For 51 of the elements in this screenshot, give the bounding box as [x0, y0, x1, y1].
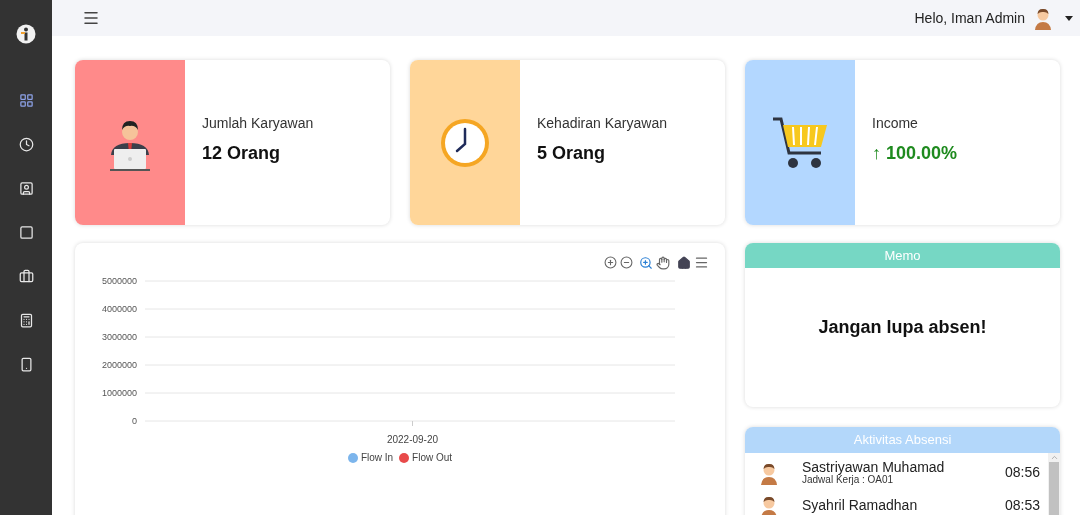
logo-icon: [16, 24, 36, 44]
clock-icon: [18, 137, 34, 152]
stat-value: 12 Orang: [202, 141, 281, 165]
check-in-time: 08:53: [1004, 496, 1040, 515]
clock-icon: [440, 117, 490, 168]
axis-label: 4000000: [101, 304, 137, 314]
square-icon: [18, 225, 34, 240]
work-schedule: Jadwal Kerja : OA01: [802, 474, 895, 486]
zoom-in-icon[interactable]: [604, 256, 617, 269]
user-menu[interactable]: Helo, Iman Admin: [914, 6, 1073, 30]
memo-header: Memo: [745, 243, 1060, 268]
briefcase-icon: [18, 269, 34, 284]
activity-row[interactable]: Syahril Ramadhan 08:53: [757, 489, 1040, 515]
zoom-out-icon[interactable]: [620, 256, 633, 269]
axis-label: 2022-09-20: [386, 434, 439, 445]
activity-row[interactable]: Sastriyawan Muhamad Jadwal Kerja : OA01 08:56: [757, 456, 1040, 489]
stat-label: Jumlah Karyawan: [202, 113, 314, 133]
employee-name: Sastriyawan Muhamad: [802, 459, 946, 475]
stat-value: 5 Orang: [537, 141, 606, 165]
legend-item[interactable]: Flow In: [347, 450, 394, 465]
stat-label: Kehadiran Karyawan: [537, 113, 667, 133]
search-icon[interactable]: [639, 255, 653, 270]
home-icon[interactable]: [677, 255, 691, 270]
sidebar-item[interactable]: [18, 137, 34, 152]
menu-button[interactable]: [82, 9, 100, 27]
phone-icon: [18, 357, 34, 372]
sidebar-item[interactable]: [18, 357, 34, 372]
axis-tick: [412, 420, 413, 427]
legend-item[interactable]: Flow Out: [399, 450, 453, 465]
stat-label: Income: [872, 113, 919, 133]
sidebar-item[interactable]: [18, 225, 34, 240]
axis-label: 0: [132, 416, 137, 426]
axis-label: 3000000: [101, 332, 137, 342]
hand-icon[interactable]: [656, 255, 670, 270]
memo-text: Jangan lupa absen!: [818, 316, 987, 339]
caret-icon: [1065, 15, 1073, 21]
sidebar-item[interactable]: [18, 269, 34, 284]
check-in-time: 08:56: [1004, 463, 1040, 482]
id-card-icon: [18, 181, 34, 196]
menu-icon[interactable]: [694, 255, 709, 270]
axis-label: 1000000: [101, 388, 137, 398]
axis-label: 5000000: [101, 276, 137, 286]
sidebar-item[interactable]: [18, 181, 34, 196]
stat-value: ↑ 100.00%: [872, 141, 958, 165]
employee-name: Syahril Ramadhan: [802, 498, 919, 513]
axis-label: 2000000: [101, 360, 137, 370]
sidebar-item[interactable]: [18, 93, 34, 108]
calculator-icon: [18, 313, 34, 328]
grid-icon: [18, 93, 34, 108]
activity-header: Aktivitas Absensi: [745, 427, 1060, 453]
sidebar-item[interactable]: [18, 313, 34, 328]
